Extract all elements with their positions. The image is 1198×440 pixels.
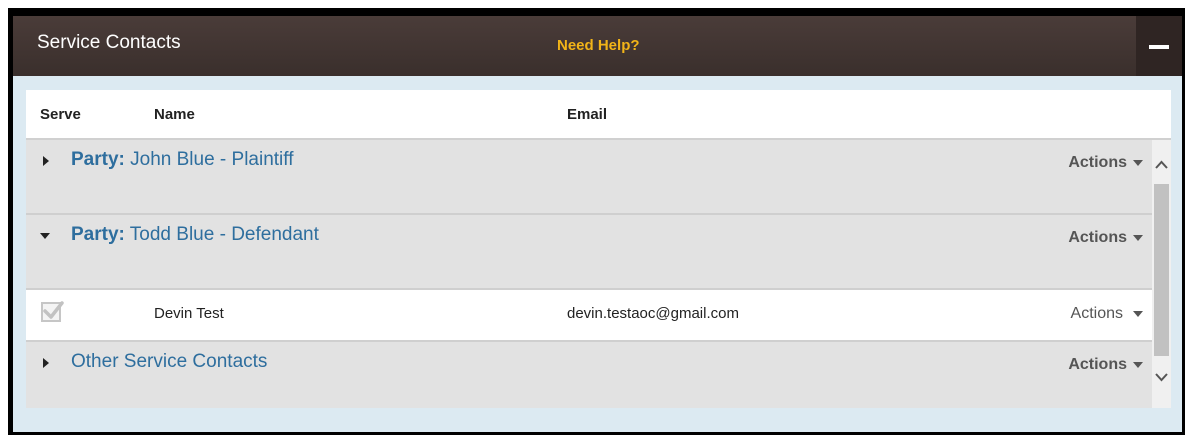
column-header-name: Name: [154, 106, 195, 123]
other-actions-menu[interactable]: Actions: [1068, 356, 1143, 374]
minus-icon: [1149, 45, 1169, 49]
column-header-serve: Serve: [40, 106, 81, 123]
party-actions-label: Actions: [1068, 154, 1127, 171]
party-prefix: Party:: [71, 224, 125, 245]
scroll-thumb[interactable]: [1154, 184, 1169, 356]
column-header-row: Serve Name Email: [26, 90, 1171, 140]
expand-caret-icon[interactable]: [43, 358, 49, 368]
other-actions-label: Actions: [1068, 356, 1127, 373]
contact-actions-menu[interactable]: Actions: [1071, 305, 1143, 323]
other-contacts-label: Other Service Contacts: [71, 351, 268, 372]
panel-header: Service Contacts Need Help?: [13, 16, 1182, 76]
chevron-down-icon: [1155, 373, 1168, 382]
party-label: John Blue - Plaintiff: [130, 149, 294, 170]
scroll-down-button[interactable]: [1152, 366, 1171, 388]
party-name: Party: John Blue - Plaintiff: [71, 149, 294, 171]
chevron-up-icon: [1155, 160, 1168, 169]
chevron-down-icon: [1133, 310, 1143, 317]
contact-actions-label: Actions: [1070, 305, 1123, 322]
grid-scroll-area[interactable]: Party: John Blue - Plaintiff Actions Par…: [26, 140, 1171, 408]
collapse-caret-icon[interactable]: [40, 233, 50, 239]
party-row-defendant[interactable]: Party: Todd Blue - Defendant Actions: [26, 215, 1152, 290]
chevron-down-icon: [1133, 159, 1143, 166]
party-name: Party: Todd Blue - Defendant: [71, 224, 319, 246]
panel-title: Service Contacts: [37, 32, 181, 53]
contacts-grid: Serve Name Email Party: John Blue - Plai…: [26, 90, 1171, 408]
party-prefix: Party:: [71, 149, 125, 170]
serve-checkbox[interactable]: [41, 301, 64, 322]
chevron-down-icon: [1133, 234, 1143, 241]
expand-caret-icon[interactable]: [43, 156, 49, 166]
collapse-button[interactable]: [1136, 16, 1182, 76]
scroll-up-button[interactable]: [1152, 154, 1171, 176]
contact-name: Devin Test: [154, 305, 224, 322]
party-actions-menu[interactable]: Actions: [1068, 229, 1143, 247]
column-header-email: Email: [567, 106, 608, 123]
party-row-plaintiff[interactable]: Party: John Blue - Plaintiff Actions: [26, 140, 1152, 215]
chevron-down-icon: [1133, 361, 1143, 368]
party-actions-label: Actions: [1068, 229, 1127, 246]
contact-email: devin.testaoc@gmail.com: [567, 305, 739, 322]
vertical-scrollbar[interactable]: [1152, 140, 1171, 408]
contact-row: Devin Test devin.testaoc@gmail.com Actio…: [26, 290, 1152, 342]
party-label: Todd Blue - Defendant: [129, 224, 319, 245]
party-actions-menu[interactable]: Actions: [1068, 154, 1143, 172]
service-contacts-panel: Service Contacts Need Help? Serve Name E…: [10, 16, 1185, 435]
grid-rows: Party: John Blue - Plaintiff Actions Par…: [26, 140, 1152, 408]
checkmark-icon: [43, 301, 64, 319]
need-help-link[interactable]: Need Help?: [557, 37, 640, 54]
other-service-contacts-row[interactable]: Other Service Contacts Actions: [26, 342, 1152, 408]
